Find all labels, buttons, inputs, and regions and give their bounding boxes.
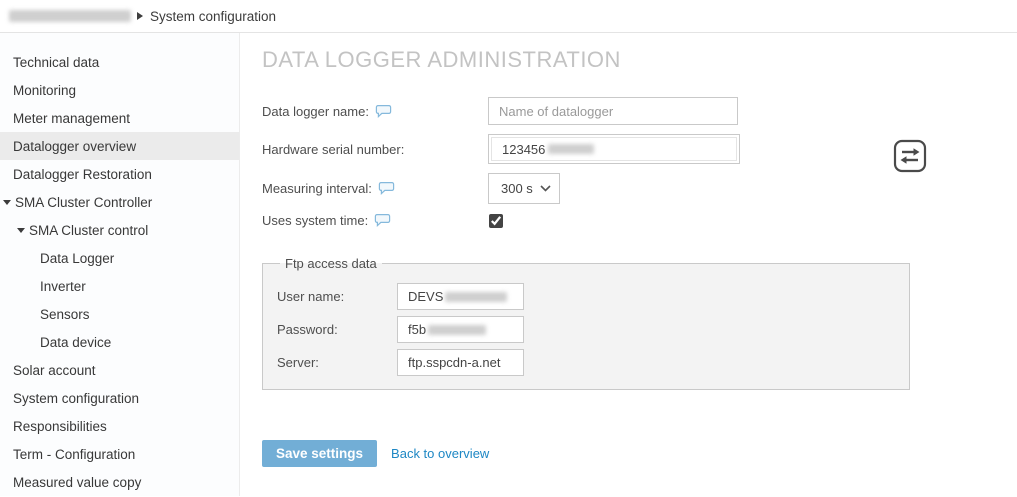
back-to-overview-link[interactable]: Back to overview bbox=[391, 446, 489, 461]
sidebar-item-sma-cluster-controller[interactable]: SMA Cluster Controller bbox=[0, 188, 239, 216]
ftp-password-input[interactable]: f5b bbox=[397, 316, 524, 343]
hardware-serial-input[interactable]: 123456 bbox=[488, 134, 740, 164]
sidebar-item-term-configuration[interactable]: Term - Configuration bbox=[0, 440, 239, 468]
save-settings-button[interactable]: Save settings bbox=[262, 440, 377, 467]
main-content: DATA LOGGER ADMINISTRATION Data logger n… bbox=[240, 33, 1017, 496]
username-redacted bbox=[445, 292, 507, 302]
sidebar-item-solar-account[interactable]: Solar account bbox=[0, 356, 239, 384]
sidebar-item-sma-cluster-control[interactable]: SMA Cluster control bbox=[0, 216, 239, 244]
sidebar-item-datalogger-overview[interactable]: Datalogger overview bbox=[0, 132, 239, 160]
sidebar-item-datalogger-restoration[interactable]: Datalogger Restoration bbox=[0, 160, 239, 188]
sidebar-item-system-configuration[interactable]: System configuration bbox=[0, 384, 239, 412]
tooltip-speech-bubble-icon[interactable] bbox=[378, 181, 395, 196]
ftp-username-label: User name: bbox=[277, 289, 397, 304]
swap-arrows-icon[interactable] bbox=[893, 139, 927, 173]
sidebar-item-technical-data[interactable]: Technical data bbox=[0, 48, 239, 76]
sidebar-item-data-logger[interactable]: Data Logger bbox=[0, 244, 239, 272]
sidebar-item-meter-management[interactable]: Meter management bbox=[0, 104, 239, 132]
password-redacted bbox=[428, 325, 486, 335]
datalogger-name-input[interactable] bbox=[488, 97, 738, 125]
datalogger-name-label: Data logger name: bbox=[262, 104, 369, 119]
row-measuring-interval: Measuring interval: 300 s bbox=[262, 173, 1017, 204]
sidebar-item-measured-value-copy[interactable]: Measured value copy bbox=[0, 468, 239, 496]
breadcrumb-plant-name-redacted[interactable] bbox=[9, 10, 131, 22]
row-ftp-username: User name: DEVS bbox=[277, 283, 909, 310]
chevron-down-icon bbox=[540, 185, 551, 192]
uses-system-time-label: Uses system time: bbox=[262, 213, 368, 228]
sidebar-item-data-device[interactable]: Data device bbox=[0, 328, 239, 356]
caret-down-icon[interactable] bbox=[3, 200, 11, 205]
row-uses-system-time: Uses system time: bbox=[262, 213, 1017, 228]
breadcrumb-separator-icon bbox=[137, 12, 143, 20]
sidebar-item-monitoring[interactable]: Monitoring bbox=[0, 76, 239, 104]
ftp-access-legend: Ftp access data bbox=[280, 256, 382, 271]
sidebar-item-sensors[interactable]: Sensors bbox=[0, 300, 239, 328]
hardware-serial-label: Hardware serial number: bbox=[262, 142, 404, 157]
serial-redacted bbox=[548, 144, 594, 154]
ftp-username-input[interactable]: DEVS bbox=[397, 283, 524, 310]
tooltip-speech-bubble-icon[interactable] bbox=[375, 104, 392, 119]
ftp-access-fieldset: Ftp access data User name: DEVS Password… bbox=[262, 256, 910, 390]
ftp-password-label: Password: bbox=[277, 322, 397, 337]
ftp-server-input[interactable] bbox=[397, 349, 524, 376]
actions-row: Save settings Back to overview bbox=[262, 440, 1017, 467]
row-ftp-server: Server: bbox=[277, 349, 909, 376]
tooltip-speech-bubble-icon[interactable] bbox=[374, 213, 391, 228]
ftp-server-label: Server: bbox=[277, 355, 397, 370]
caret-down-icon[interactable] bbox=[17, 228, 25, 233]
row-ftp-password: Password: f5b bbox=[277, 316, 909, 343]
measuring-interval-select[interactable]: 300 s bbox=[488, 173, 560, 204]
measuring-interval-label: Measuring interval: bbox=[262, 181, 372, 196]
uses-system-time-checkbox[interactable] bbox=[489, 214, 503, 228]
sidebar-item-responsibilities[interactable]: Responsibilities bbox=[0, 412, 239, 440]
page-title: DATA LOGGER ADMINISTRATION bbox=[262, 47, 1017, 73]
breadcrumb-current: System configuration bbox=[150, 9, 276, 24]
sidebar-nav: Technical data Monitoring Meter manageme… bbox=[0, 33, 240, 496]
row-datalogger-name: Data logger name: bbox=[262, 97, 1017, 125]
sidebar-item-inverter[interactable]: Inverter bbox=[0, 272, 239, 300]
breadcrumb: System configuration bbox=[0, 0, 1017, 33]
